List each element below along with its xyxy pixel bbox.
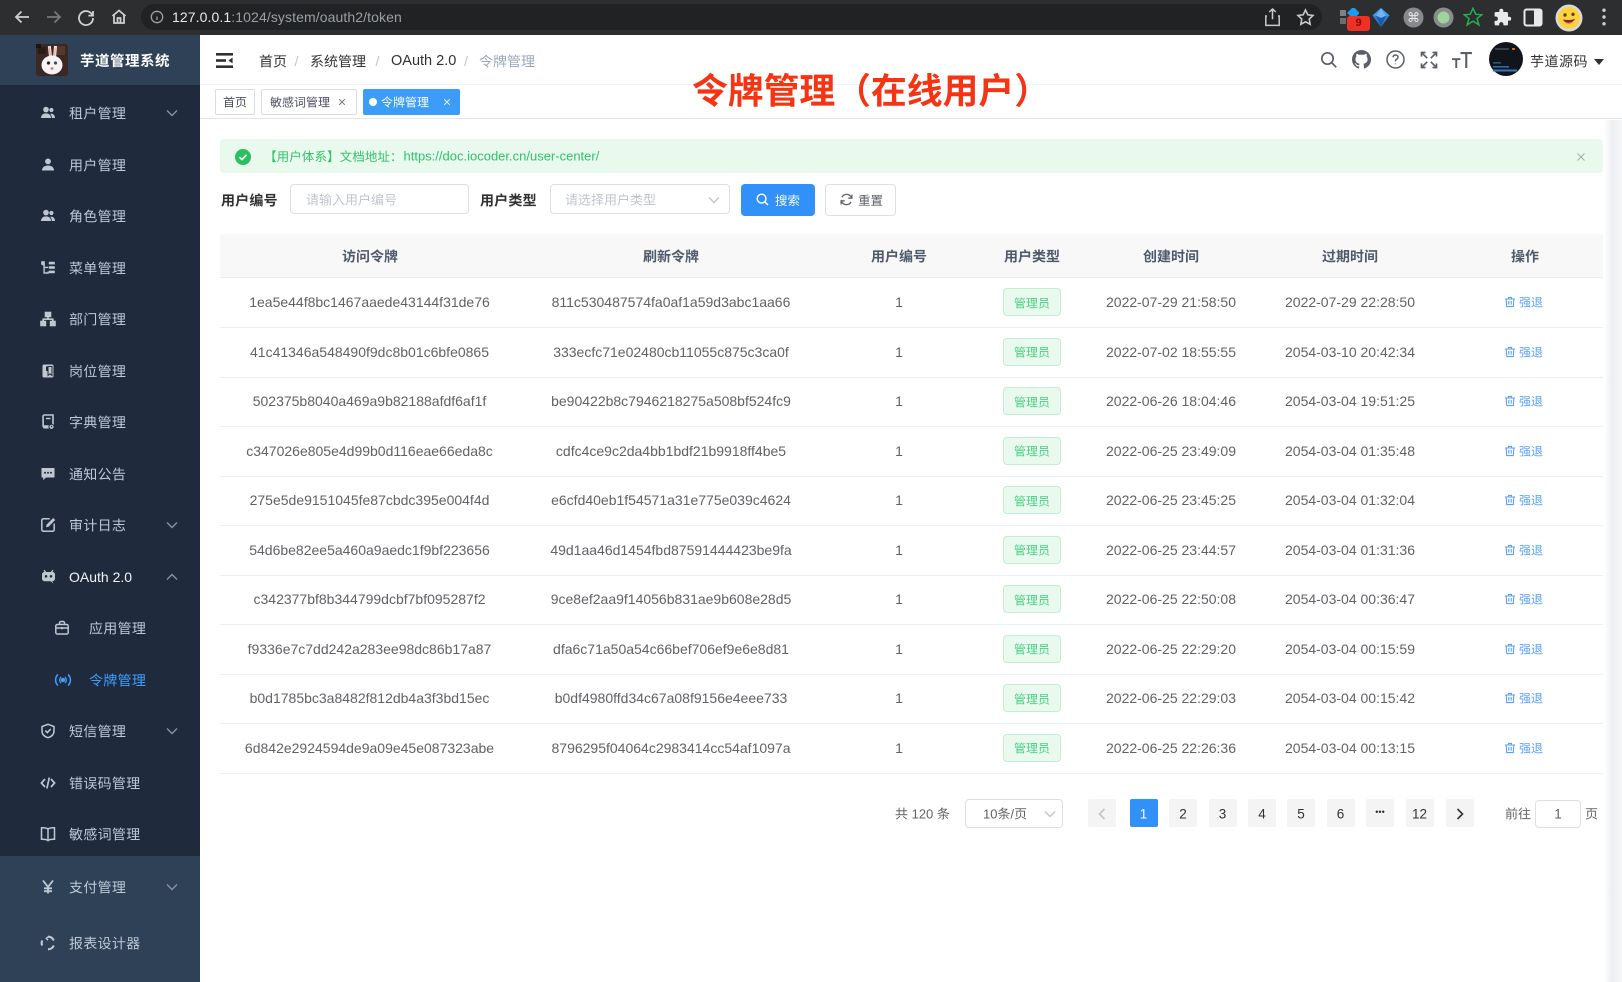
svg-text:⌘: ⌘ (1407, 10, 1420, 25)
